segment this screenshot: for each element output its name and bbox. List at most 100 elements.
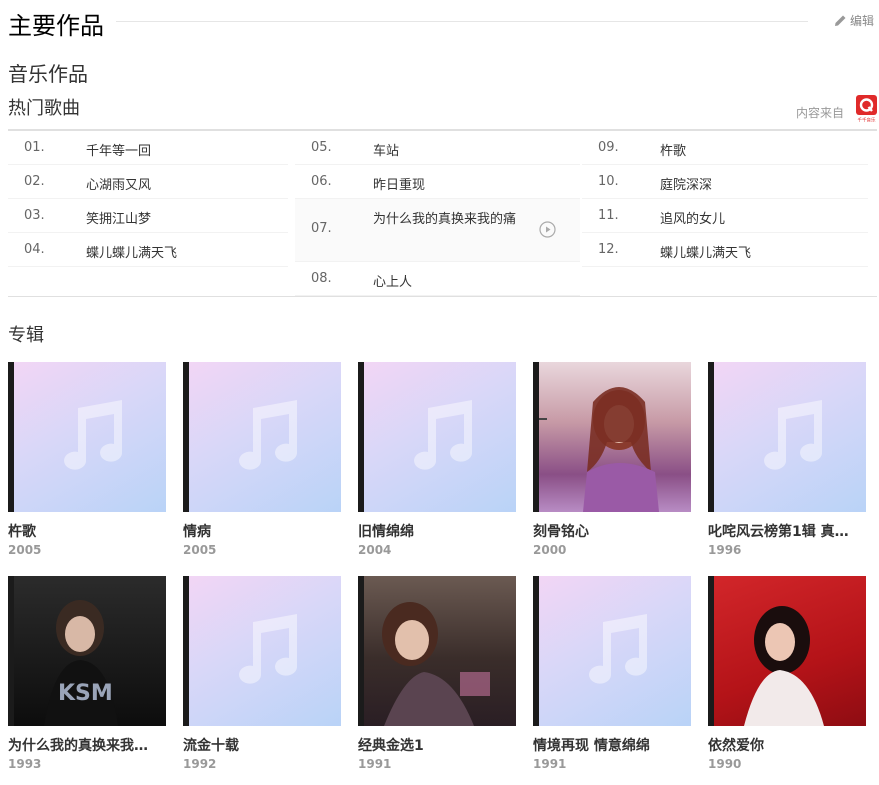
album-cover-image[interactable] xyxy=(708,576,866,726)
album-title[interactable]: 杵歌 xyxy=(8,521,166,541)
play-icon[interactable] xyxy=(539,221,556,238)
album-title[interactable]: 叱咤风云榜第1辑 真… xyxy=(708,521,866,541)
song-row[interactable]: 12. 蝶儿蝶儿满天飞 xyxy=(582,233,868,267)
title-divider xyxy=(116,21,808,22)
album-card[interactable]: 刻骨铭心 2000 xyxy=(533,362,691,557)
song-title[interactable]: 千年等一回 xyxy=(86,140,151,159)
song-row[interactable]: 04. 蝶儿蝶儿满天飞 xyxy=(8,233,288,267)
album-card[interactable]: KSM 为什么我的真换来我… 1993 xyxy=(8,576,166,771)
song-title[interactable]: 杵歌 xyxy=(660,140,686,159)
song-number: 10. xyxy=(598,174,619,189)
album-year: 1996 xyxy=(708,543,742,557)
music-note-icon xyxy=(239,400,298,470)
album-card[interactable]: 经典金选1 1991 xyxy=(358,576,516,771)
qianqian-music-logo[interactable]: 千千音乐 xyxy=(855,95,878,123)
song-title[interactable]: 车站 xyxy=(373,140,399,159)
album-cover-placeholder[interactable] xyxy=(358,362,516,512)
page-title: 主要作品 xyxy=(8,12,104,40)
album-card[interactable]: 依然爱你 1990 xyxy=(708,576,866,771)
album-cover-placeholder[interactable] xyxy=(8,362,166,512)
album-card[interactable]: 杵歌 2005 xyxy=(8,362,166,557)
song-row[interactable]: 01. 千年等一回 xyxy=(8,131,288,165)
edit-label: 编辑 xyxy=(850,14,875,28)
album-year: 1993 xyxy=(8,757,42,771)
album-title[interactable]: 为什么我的真换来我… xyxy=(8,735,166,755)
song-title[interactable]: 昨日重现 xyxy=(373,174,425,193)
album-title[interactable]: 情境再现 情意绵绵 xyxy=(533,735,691,755)
album-cover-image[interactable]: KSM xyxy=(8,576,166,726)
song-row[interactable]: 10. 庭院深深 xyxy=(582,165,868,199)
song-row[interactable]: 11. 追风的女儿 xyxy=(582,199,868,233)
song-number: 02. xyxy=(24,174,45,189)
edit-button[interactable]: 编辑 xyxy=(834,12,874,29)
music-note-icon xyxy=(414,400,473,470)
album-year: 2005 xyxy=(8,543,42,557)
album-title[interactable]: 流金十载 xyxy=(183,735,341,755)
album-cover-art xyxy=(539,387,659,512)
album-year: 2000 xyxy=(533,543,567,557)
song-number: 05. xyxy=(311,140,332,155)
svg-text:千千音乐: 千千音乐 xyxy=(858,117,876,124)
song-title[interactable]: 蝶儿蝶儿满天飞 xyxy=(660,242,751,261)
music-note-icon xyxy=(589,614,648,684)
song-row[interactable]: 02. 心湖雨又风 xyxy=(8,165,288,199)
source-label: 内容来自 xyxy=(796,106,845,120)
song-row[interactable]: 07. 为什么我的真换来我的痛 xyxy=(295,199,580,262)
album-card[interactable]: 流金十载 1992 xyxy=(183,576,341,771)
album-year: 1991 xyxy=(533,757,567,771)
album-cover-image[interactable] xyxy=(533,362,691,512)
album-cover-placeholder[interactable] xyxy=(183,362,341,512)
song-title[interactable]: 心湖雨又风 xyxy=(86,174,151,193)
album-title[interactable]: 刻骨铭心 xyxy=(533,521,691,541)
album-card[interactable]: 叱咤风云榜第1辑 真… 1996 xyxy=(708,362,866,557)
album-card[interactable]: 情病 2005 xyxy=(183,362,341,557)
music-works-heading: 音乐作品 xyxy=(8,62,88,86)
music-note-icon xyxy=(64,400,123,470)
album-title[interactable]: 情病 xyxy=(183,521,341,541)
song-number: 08. xyxy=(311,271,332,286)
album-year: 2004 xyxy=(358,543,392,557)
song-row[interactable]: 08. 心上人 xyxy=(295,262,580,296)
song-row[interactable]: 05. 车站 xyxy=(295,131,580,165)
song-number: 04. xyxy=(24,242,45,257)
album-cover-art: KSM xyxy=(44,600,118,726)
album-cover-image[interactable] xyxy=(358,576,516,726)
album-cover-art xyxy=(382,602,490,726)
song-number: 01. xyxy=(24,140,45,155)
song-title[interactable]: 心上人 xyxy=(373,271,412,290)
song-title[interactable]: 为什么我的真换来我的痛 xyxy=(373,205,523,234)
song-title[interactable]: 追风的女儿 xyxy=(660,208,725,227)
albums-heading: 专辑 xyxy=(8,325,44,346)
album-year: 1991 xyxy=(358,757,392,771)
song-title[interactable]: 笑拥江山梦 xyxy=(86,208,151,227)
album-title[interactable]: 经典金选1 xyxy=(358,735,516,755)
song-number: 06. xyxy=(311,174,332,189)
song-number: 09. xyxy=(598,140,619,155)
album-title[interactable]: 旧情绵绵 xyxy=(358,521,516,541)
album-title[interactable]: 依然爱你 xyxy=(708,735,866,755)
song-row[interactable]: 03. 笑拥江山梦 xyxy=(8,199,288,233)
song-number: 11. xyxy=(598,208,619,223)
song-title[interactable]: 庭院深深 xyxy=(660,174,712,193)
pencil-icon xyxy=(835,15,846,26)
music-note-icon xyxy=(764,400,823,470)
song-row[interactable]: 06. 昨日重现 xyxy=(295,165,580,199)
album-card[interactable]: 旧情绵绵 2004 xyxy=(358,362,516,557)
song-number: 07. xyxy=(311,221,332,236)
song-number: 03. xyxy=(24,208,45,223)
album-cover-placeholder[interactable] xyxy=(708,362,866,512)
svg-text:KSM: KSM xyxy=(58,681,113,706)
hot-songs-heading: 热门歌曲 xyxy=(8,98,80,119)
album-year: 2005 xyxy=(183,543,217,557)
album-year: 1992 xyxy=(183,757,217,771)
music-note-icon xyxy=(239,614,298,684)
album-cover-art xyxy=(744,606,824,726)
album-cover-placeholder[interactable] xyxy=(183,576,341,726)
album-year: 1990 xyxy=(708,757,742,771)
album-card[interactable]: 情境再现 情意绵绵 1991 xyxy=(533,576,691,771)
song-table-bottom-border xyxy=(8,296,877,297)
song-row[interactable]: 09. 杵歌 xyxy=(582,131,868,165)
album-cover-placeholder[interactable] xyxy=(533,576,691,726)
song-number: 12. xyxy=(598,242,619,257)
song-title[interactable]: 蝶儿蝶儿满天飞 xyxy=(86,242,177,261)
